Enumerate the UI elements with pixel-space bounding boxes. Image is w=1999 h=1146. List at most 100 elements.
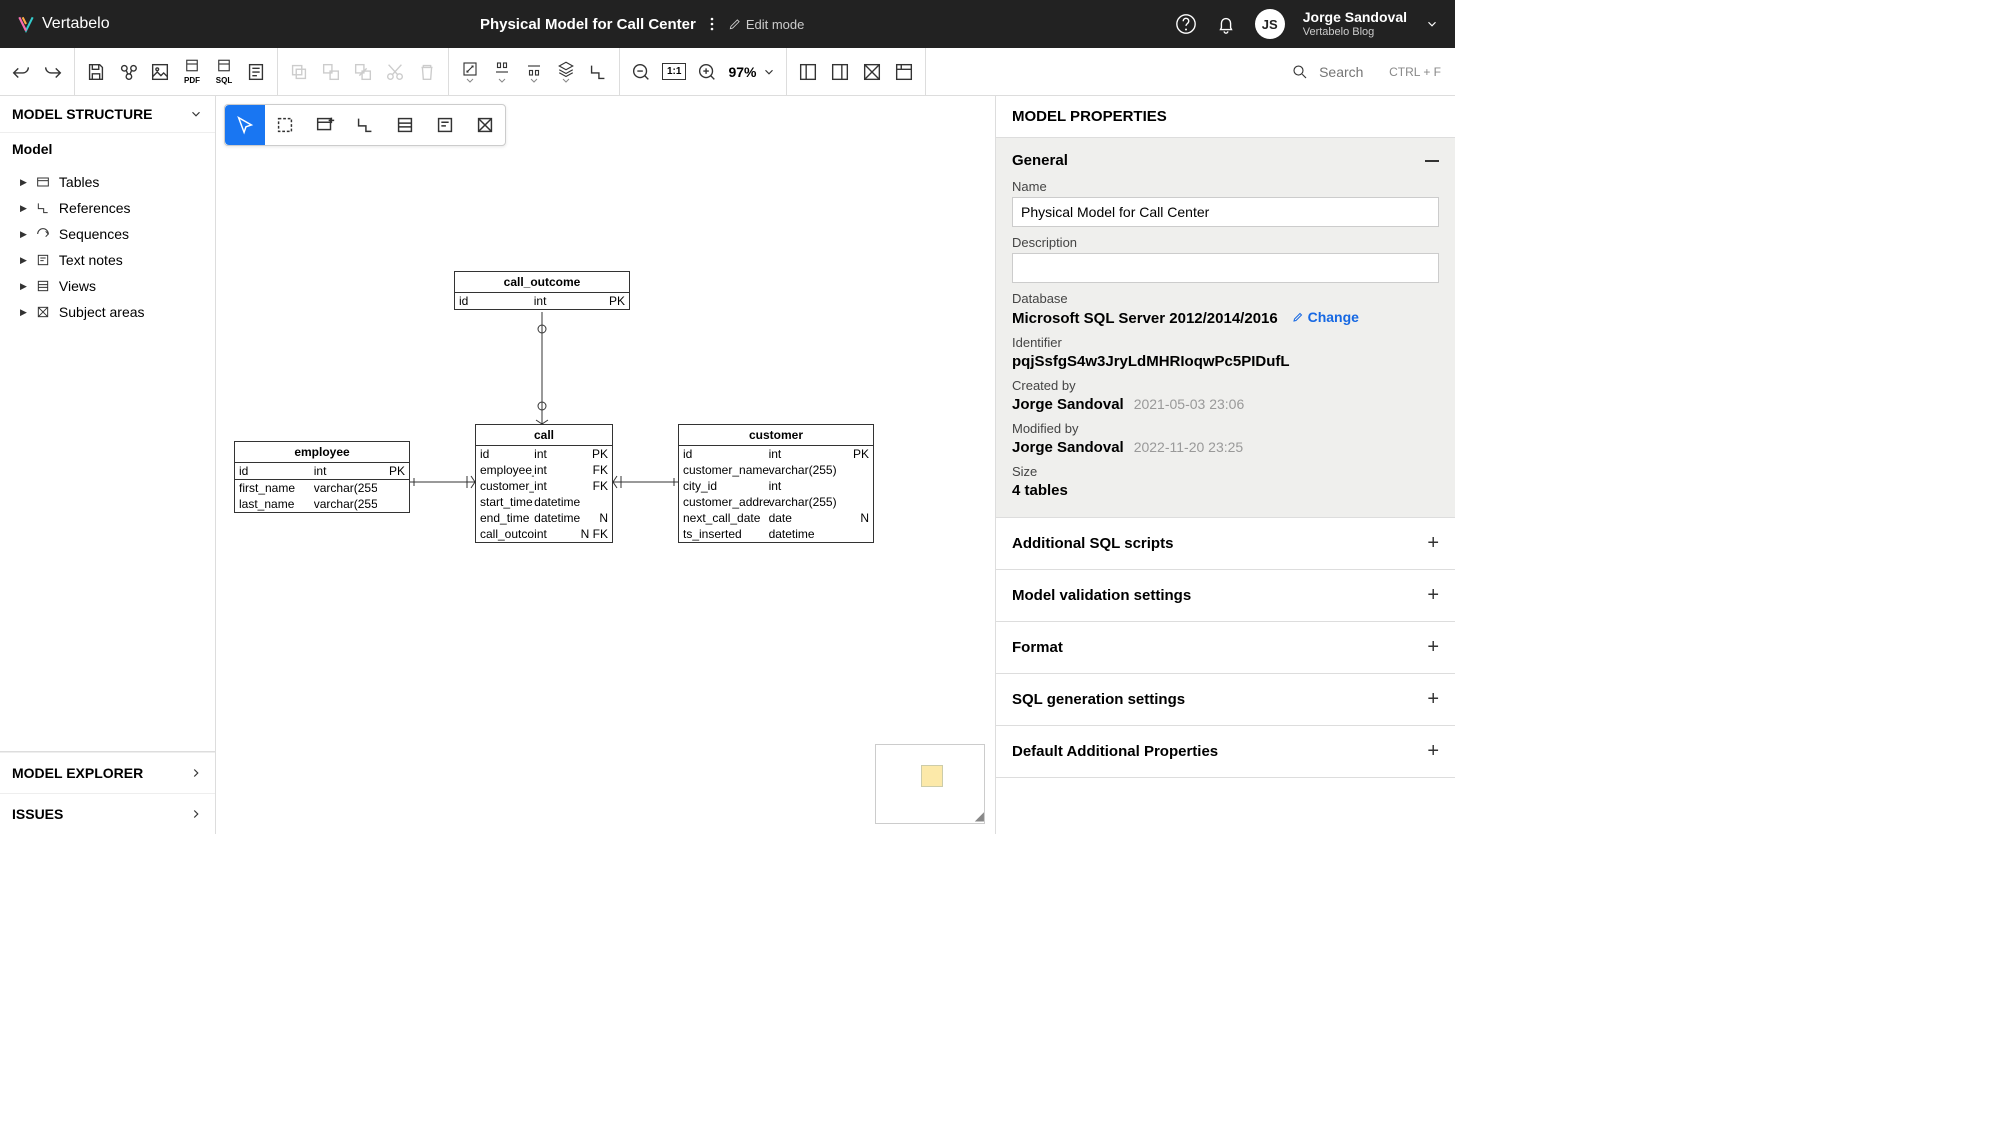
modified-date: 2022-11-20 23:25 [1134, 439, 1244, 455]
table-employee[interactable]: employee idintPK first_namevarchar(255) … [234, 441, 410, 513]
toolbar: PDF SQL 1:1 [0, 48, 1455, 96]
workspace-icon[interactable] [893, 61, 915, 83]
size-label: Size [1012, 464, 1439, 479]
align-horizontal-tool[interactable] [491, 60, 513, 83]
left-panel: MODEL STRUCTURE Model ▶Tables ▶Reference… [0, 96, 216, 834]
minimap[interactable]: ◢ [875, 744, 985, 824]
model-explorer-toggle[interactable]: MODEL EXPLORER [0, 752, 215, 793]
properties-panel: MODEL PROPERTIES General Name Descriptio… [995, 96, 1455, 834]
undo-icon[interactable] [10, 61, 32, 83]
add-table-tool[interactable] [305, 105, 345, 145]
sql-export-button[interactable]: SQL [213, 58, 235, 85]
table-customer[interactable]: customer idintPK customer_namevarchar(25… [678, 424, 874, 543]
section-validation[interactable]: Model validation settings+ [996, 570, 1455, 622]
chevron-right-icon [189, 807, 203, 821]
expand-icon: + [1427, 740, 1439, 763]
reference-icon [35, 200, 51, 216]
tree-item-views[interactable]: ▶Views [0, 273, 215, 299]
add-reference-tool[interactable] [345, 105, 385, 145]
description-input[interactable] [1012, 253, 1439, 283]
pdf-export-button[interactable]: PDF [181, 58, 203, 85]
zoom-out-icon[interactable] [630, 61, 652, 83]
logo[interactable]: Vertabelo [16, 14, 110, 34]
search-icon[interactable] [1291, 63, 1309, 81]
user-chevron-icon[interactable] [1425, 17, 1439, 31]
zoom-fit-button[interactable]: 1:1 [662, 63, 686, 80]
delete-icon[interactable] [416, 61, 438, 83]
panel-left-icon[interactable] [797, 61, 819, 83]
add-note-tool[interactable] [425, 105, 465, 145]
save-icon[interactable] [85, 61, 107, 83]
pencil-icon [1292, 311, 1304, 323]
bell-icon[interactable] [1215, 13, 1237, 35]
expand-icon: + [1427, 636, 1439, 659]
cut-icon[interactable] [384, 61, 406, 83]
dropdown-caret-icon [530, 78, 538, 83]
section-default-props[interactable]: Default Additional Properties+ [996, 726, 1455, 778]
more-icon[interactable] [710, 17, 714, 31]
add-area-tool[interactable] [465, 105, 505, 145]
image-export-icon[interactable] [149, 61, 171, 83]
collapse-icon [1425, 160, 1439, 162]
zoom-level-dropdown[interactable]: 97% [728, 64, 776, 80]
resize-handle-icon[interactable]: ◢ [975, 809, 984, 823]
user-info[interactable]: Jorge Sandoval Vertabelo Blog [1303, 9, 1407, 39]
section-additional-sql[interactable]: Additional SQL scripts+ [996, 518, 1455, 570]
zoom-in-icon[interactable] [696, 61, 718, 83]
modified-user: Jorge Sandoval [1012, 439, 1124, 456]
align-vertical-tool[interactable] [523, 60, 545, 83]
tree-item-sequences[interactable]: ▶Sequences [0, 221, 215, 247]
section-sql-generation[interactable]: SQL generation settings+ [996, 674, 1455, 726]
canvas[interactable]: call_outcome idintPK employee idintPK fi… [216, 96, 995, 834]
model-root[interactable]: Model [0, 133, 215, 165]
layer-tool[interactable] [555, 60, 577, 83]
help-icon[interactable] [1175, 13, 1197, 35]
table-call[interactable]: call idintPK employee_iintFK customer_ii… [475, 424, 613, 543]
resize-tool[interactable] [459, 60, 481, 83]
redo-icon[interactable] [42, 61, 64, 83]
edit-mode-toggle[interactable]: Edit mode [728, 17, 805, 32]
search-input[interactable] [1319, 64, 1379, 80]
header-center: Physical Model for Call Center Edit mode [480, 16, 804, 33]
dropdown-caret-icon [498, 78, 506, 83]
name-input[interactable] [1012, 197, 1439, 227]
pencil-icon [728, 17, 742, 31]
section-format[interactable]: Format+ [996, 622, 1455, 674]
grid-icon[interactable] [861, 61, 883, 83]
table-call-outcome[interactable]: call_outcome idintPK [454, 271, 630, 310]
select-tool[interactable] [225, 105, 265, 145]
tree-item-textnotes[interactable]: ▶Text notes [0, 247, 215, 273]
identifier-value: pqjSsfgS4w3JryLdMHRIoqwPc5PIDufL [1012, 353, 1439, 370]
subjectarea-icon [35, 304, 51, 320]
panel-right-icon[interactable] [829, 61, 851, 83]
paste-icon[interactable] [352, 61, 374, 83]
tree-item-references[interactable]: ▶References [0, 195, 215, 221]
table-icon [35, 174, 51, 190]
created-user: Jorge Sandoval [1012, 396, 1124, 413]
chevron-down-icon [189, 107, 203, 121]
change-database-link[interactable]: Change [1292, 309, 1359, 325]
clone-icon[interactable] [320, 61, 342, 83]
xml-export-icon[interactable] [245, 61, 267, 83]
name-label: Name [1012, 179, 1439, 194]
search-area: CTRL + F [1277, 63, 1455, 81]
vertabelo-logo-icon [16, 14, 36, 34]
tree-item-tables[interactable]: ▶Tables [0, 169, 215, 195]
database-label: Database [1012, 291, 1439, 306]
chevron-right-icon [189, 766, 203, 780]
route-icon[interactable] [587, 61, 609, 83]
marquee-tool[interactable] [265, 105, 305, 145]
sequence-icon [35, 226, 51, 242]
database-value: Microsoft SQL Server 2012/2014/2016 [1012, 310, 1278, 327]
share-icon[interactable] [117, 61, 139, 83]
model-structure-header[interactable]: MODEL STRUCTURE [0, 96, 215, 133]
copy-icon[interactable] [288, 61, 310, 83]
canvas-toolbar [224, 104, 506, 146]
tree-item-subjectareas[interactable]: ▶Subject areas [0, 299, 215, 325]
chevron-down-icon [762, 65, 776, 79]
issues-toggle[interactable]: ISSUES [0, 793, 215, 834]
user-avatar[interactable]: JS [1255, 9, 1285, 39]
expand-icon: + [1427, 688, 1439, 711]
general-section-header[interactable]: General [1012, 152, 1439, 169]
add-view-tool[interactable] [385, 105, 425, 145]
